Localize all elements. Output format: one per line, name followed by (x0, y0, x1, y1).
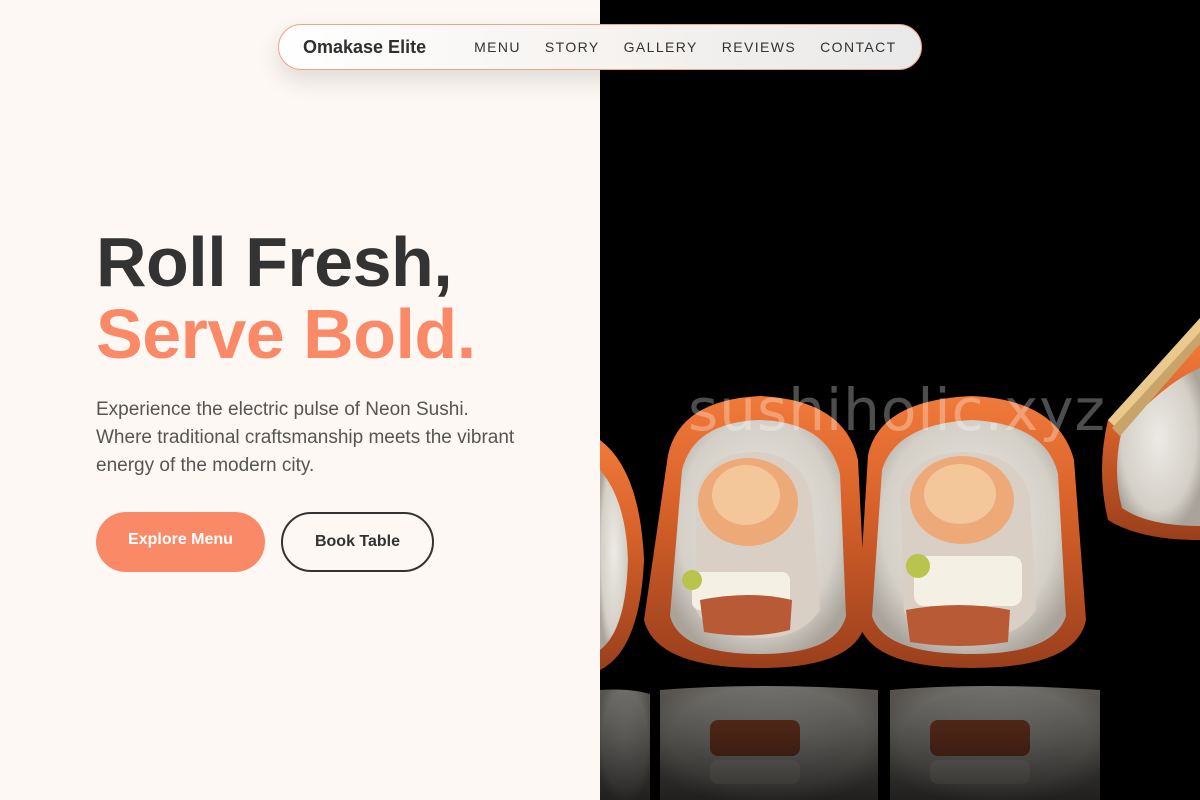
hero-title-line-2: Serve Bold. (96, 295, 476, 373)
nav-link-story[interactable]: STORY (545, 39, 600, 55)
book-table-button[interactable]: Book Table (281, 512, 434, 572)
hero-image-panel: sushiholic.xyz (600, 0, 1200, 800)
explore-menu-button[interactable]: Explore Menu (96, 512, 265, 572)
nav-link-contact[interactable]: CONTACT (820, 39, 896, 55)
hero-title-line-1: Roll Fresh, (96, 223, 453, 301)
nav-links: MENU STORY GALLERY REVIEWS CONTACT (474, 39, 897, 55)
hero-description: Experience the electric pulse of Neon Su… (96, 399, 515, 476)
brand-logo-text[interactable]: Omakase Elite (303, 37, 426, 58)
image-watermark: sushiholic.xyz (688, 376, 1106, 444)
nav-link-gallery[interactable]: GALLERY (624, 39, 698, 55)
nav-link-menu[interactable]: MENU (474, 39, 521, 55)
main-navbar: Omakase Elite MENU STORY GALLERY REVIEWS… (278, 24, 922, 70)
hero-title: Roll Fresh, Serve Bold. (96, 226, 476, 370)
nav-link-reviews[interactable]: REVIEWS (722, 39, 796, 55)
